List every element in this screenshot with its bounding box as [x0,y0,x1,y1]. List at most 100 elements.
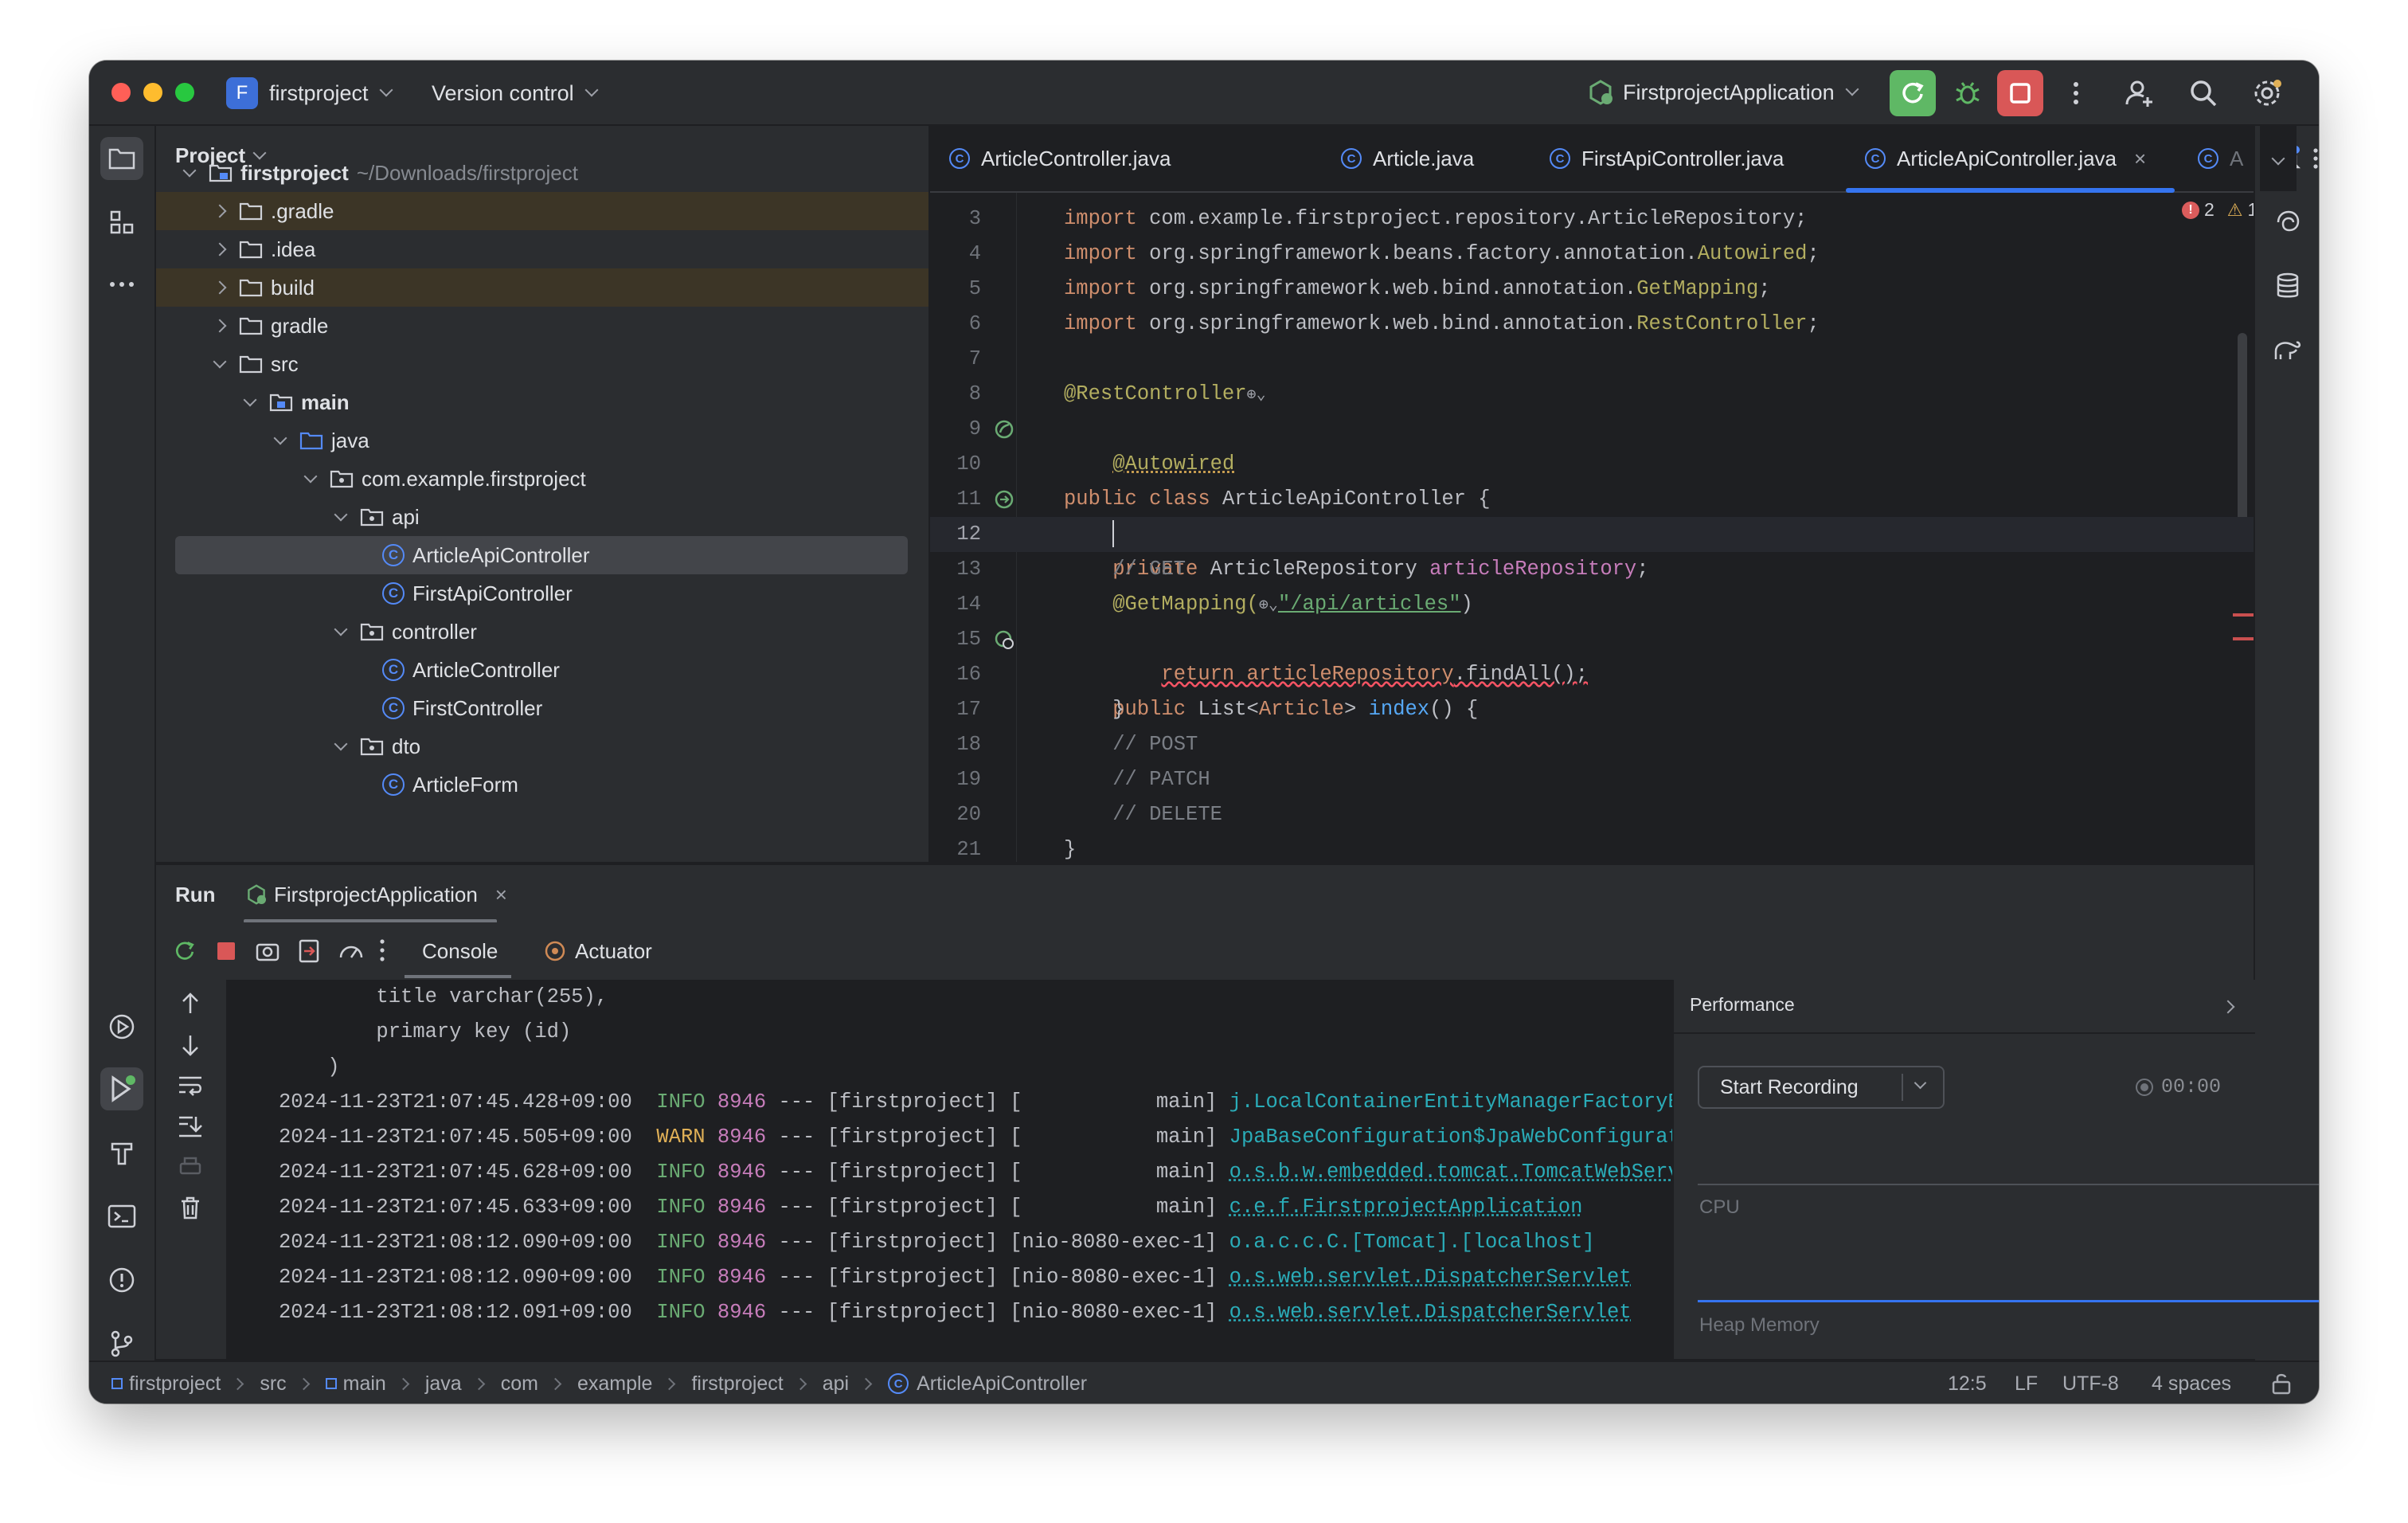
tree-item-build[interactable]: build [156,268,928,307]
structure-tool-button[interactable] [100,201,143,244]
tab-firstapicontroller[interactable]: C FirstApiController.java [1550,126,1784,191]
minimize-window-button[interactable] [143,83,162,102]
chevron-down-icon[interactable] [269,429,291,452]
breadcrumb-item-src[interactable]: src [260,1372,286,1396]
start-recording-button[interactable]: Start Recording [1698,1066,1945,1109]
console-output[interactable]: title varchar(255), primary key (id) ) 2… [156,980,1672,1359]
read-only-toggle[interactable] [2271,1362,2292,1404]
close-tab-icon[interactable]: × [495,883,507,907]
chevron-right-icon[interactable] [2221,1000,2235,1014]
breadcrumb-item-example[interactable]: example [577,1372,653,1396]
chevron-down-icon[interactable] [330,735,352,758]
tree-item-gradle[interactable]: gradle [156,307,928,345]
autowired-gutter-icon[interactable] [994,489,1014,510]
tree-item-gradle-dir[interactable]: .gradle [156,192,928,230]
caret-position[interactable]: 12:5 [1948,1362,1987,1404]
arrow-up-icon[interactable] [178,991,202,1016]
chevron-right-icon[interactable] [209,238,231,260]
breadcrumb-item-articleapicontroller[interactable]: ArticleApiController [917,1372,1087,1396]
chevron-down-icon[interactable] [178,162,201,184]
tab-actuator[interactable]: Actuator [543,922,652,980]
tree-item-firstcontroller[interactable]: C FirstController [156,689,928,727]
tree-item-articleapicontroller[interactable]: C ArticleApiController [175,536,908,574]
endpoints-icon[interactable]: ⊕⌄ [1259,597,1278,615]
terminal-tool-button[interactable] [100,1195,143,1238]
chevron-right-icon[interactable] [209,276,231,299]
breadcrumb-item-java[interactable]: java [425,1372,462,1396]
chevron-down-icon[interactable] [330,621,352,643]
stop-button[interactable] [1997,70,2043,116]
more-icon[interactable] [379,938,385,962]
inspection-widget[interactable]: ! 2 ⚠ 1 [2182,199,2254,221]
performance-header[interactable]: Performance [1674,980,2255,1034]
scroll-to-end-icon[interactable] [177,1114,204,1139]
file-encoding[interactable]: UTF-8 [2062,1362,2119,1404]
git-tool-button[interactable] [100,1322,143,1365]
spring-bean-gutter-icon[interactable] [994,419,1014,440]
tree-item-controller[interactable]: controller [156,613,928,651]
arrow-down-icon[interactable] [178,1032,202,1058]
run-configuration-selector[interactable]: FirstprojectApplication [1585,75,1859,110]
breadcrumb-item-firstproject-pkg[interactable]: firstproject [691,1372,783,1396]
chevron-down-icon[interactable] [239,391,261,413]
tree-item-firstapicontroller[interactable]: C FirstApiController [156,574,928,613]
breadcrumb-item-com[interactable]: com [501,1372,538,1396]
rerun-button[interactable] [1890,70,1936,116]
tab-console[interactable]: Console [422,922,498,980]
trash-icon[interactable] [178,1195,202,1220]
soft-wrap-icon[interactable] [177,1074,204,1098]
breadcrumb-item-api[interactable]: api [823,1372,849,1396]
tree-item-firstproject[interactable]: firstproject ~/Downloads/firstproject [156,154,928,192]
run-tab-firstprojectapplication[interactable]: FirstprojectApplication × [244,865,507,924]
chevron-down-icon[interactable] [209,353,231,375]
tree-item-idea[interactable]: .idea [156,230,928,268]
code-with-me-button[interactable] [2117,70,2163,116]
tab-articleapicontroller[interactable]: C ArticleApiController.java × [1845,126,2175,193]
close-window-button[interactable] [111,83,131,102]
zoom-window-button[interactable] [175,83,194,102]
code-editor[interactable]: ! 2 ⚠ 1 3 import com.example.firstproject… [930,193,2254,862]
chevron-right-icon[interactable] [209,315,231,337]
stop-icon[interactable] [215,940,237,962]
tree-item-articlecontroller[interactable]: C ArticleController [156,651,928,689]
settings-button[interactable] [2244,70,2290,116]
exit-icon[interactable] [296,938,322,964]
tree-item-main[interactable]: main [156,383,928,421]
breadcrumb-item-firstproject[interactable]: firstproject [129,1372,221,1396]
tree-item-java[interactable]: java [156,421,928,460]
problems-tool-button[interactable] [100,1259,143,1302]
tree-item-api[interactable]: api [156,498,928,536]
rerun-icon[interactable] [172,938,197,964]
search-everywhere-button[interactable] [2180,70,2226,116]
breadcrumb-item-main[interactable]: main [343,1372,386,1396]
project-tool-button[interactable] [100,137,143,180]
tab-overflow-item[interactable]: C A [2198,126,2243,191]
version-control-menu[interactable]: Version control [432,76,599,110]
tab-actions-button[interactable] [2300,126,2319,191]
profiler-icon[interactable] [338,938,365,964]
tree-item-src[interactable]: src [156,345,928,383]
tab-list-button[interactable] [2260,126,2297,191]
close-tab-icon[interactable]: × [2134,147,2146,171]
camera-icon[interactable] [255,938,280,964]
tree-item-package-root[interactable]: com.example.firstproject [156,460,928,498]
run-tool-button[interactable] [100,1067,143,1110]
chevron-down-icon[interactable] [330,506,352,528]
request-mapping-gutter-icon[interactable] [994,629,1014,650]
chevron-down-icon[interactable] [299,468,322,490]
gradle-tool-button[interactable] [2266,328,2309,371]
database-tool-button[interactable] [2266,264,2309,307]
chevron-down-icon[interactable] [1914,1076,1927,1090]
print-icon[interactable] [178,1155,202,1179]
more-actions-button[interactable] [2053,70,2099,116]
chevron-right-icon[interactable] [209,200,231,222]
tree-item-articleform[interactable]: C ArticleForm [156,765,928,804]
indent-setting[interactable]: 4 spaces [2152,1362,2231,1404]
tree-item-dto[interactable]: dto [156,727,928,765]
ai-assistant-button[interactable] [2266,201,2309,244]
tab-articlecontroller[interactable]: C ArticleController.java [949,126,1171,191]
project-switcher[interactable]: F firstproject [226,76,393,110]
services-tool-button[interactable] [100,1005,143,1048]
build-tool-button[interactable] [100,1131,143,1174]
more-tools-button[interactable] [100,263,143,306]
